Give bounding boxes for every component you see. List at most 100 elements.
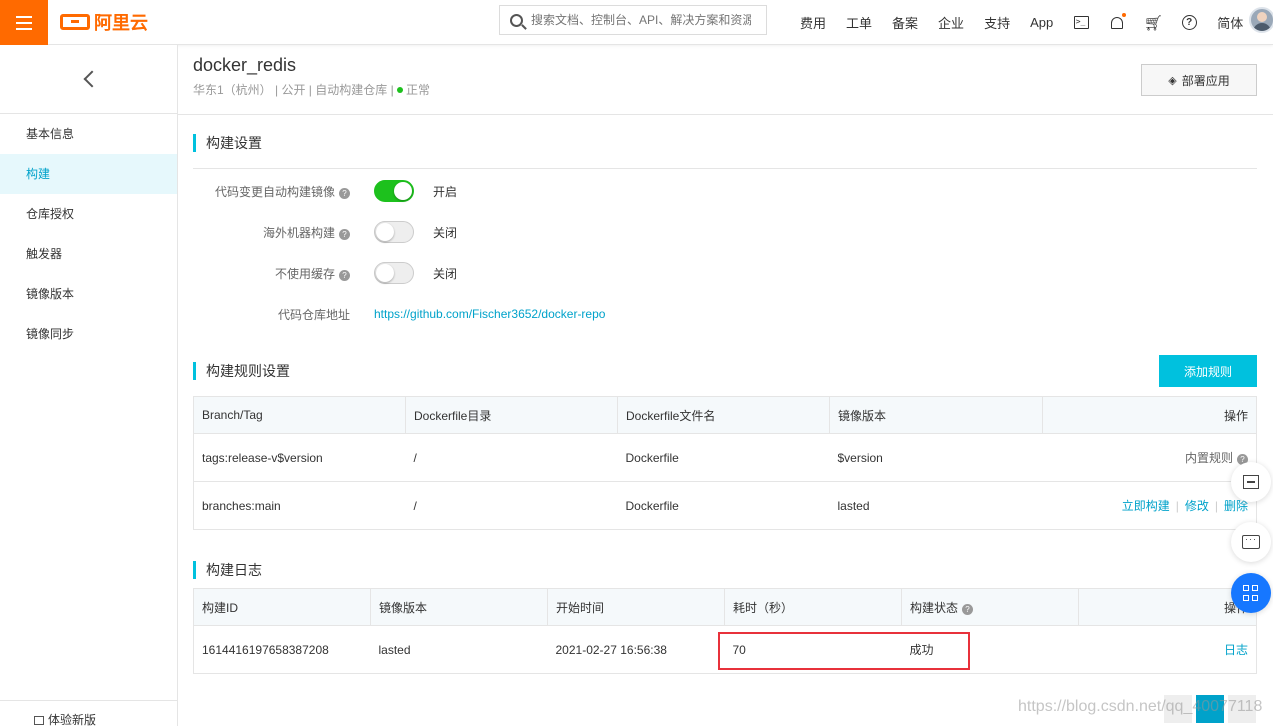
separator: |: [1214, 499, 1218, 513]
nav-ticket[interactable]: 工单: [846, 13, 872, 32]
column-header: Branch/Tag: [193, 396, 406, 434]
question-icon[interactable]: ?: [339, 187, 350, 199]
float-apps-button[interactable]: [1231, 573, 1271, 613]
nav-support[interactable]: 支持: [984, 13, 1010, 32]
sidebar-item-trigger[interactable]: 触发器: [0, 234, 177, 274]
column-header: Dockerfile文件名: [617, 396, 830, 434]
float-export-button[interactable]: [1231, 462, 1271, 502]
bell-icon: [1111, 12, 1127, 29]
chevron-left-icon: [83, 70, 100, 88]
build-log-title: 构建日志: [193, 561, 262, 579]
column-header: 镜像版本: [829, 396, 1043, 434]
help-icon: ?: [1181, 15, 1197, 30]
brand-logo[interactable]: 阿里云: [60, 10, 148, 34]
float-chat-button[interactable]: ···: [1231, 522, 1271, 562]
search-box[interactable]: [499, 5, 767, 35]
add-rule-button[interactable]: 添加规则: [1159, 355, 1257, 387]
terminal-button[interactable]: >_: [1073, 15, 1089, 31]
sidebar-item-build[interactable]: 构建: [0, 154, 177, 194]
toggle-knob: [394, 182, 412, 200]
notification-button[interactable]: [1109, 12, 1127, 31]
export-icon: [1243, 475, 1259, 489]
cell-file: Dockerfile: [617, 433, 830, 482]
table-row: branches:main / Dockerfile lasted 立即构建 | 修…: [193, 481, 1257, 530]
cell-branch: branches:main: [193, 481, 406, 530]
try-new-version-label: 体验新版: [48, 713, 97, 726]
nav-icp[interactable]: 备案: [892, 13, 918, 32]
cell-file: Dockerfile: [617, 481, 830, 530]
top-nav: 费用 工单 备案 企业 支持 App >_ 🛒︎ ? 简体: [800, 0, 1263, 45]
toggle-knob: [376, 264, 394, 282]
nav-fee[interactable]: 费用: [800, 13, 826, 32]
highlight-annotation: [718, 632, 970, 670]
cell-dir: /: [405, 433, 618, 482]
column-header: 耗时（秒）: [724, 588, 902, 626]
search-input[interactable]: [531, 13, 751, 27]
aliyun-logo-icon: [60, 14, 90, 30]
setting-auto-build: 代码变更自动构建镜像? 开启: [193, 179, 893, 203]
back-button[interactable]: [0, 45, 177, 114]
sidebar-item-image-version[interactable]: 镜像版本: [0, 274, 177, 314]
deploy-app-button[interactable]: ◈ 部署应用: [1141, 64, 1257, 96]
status-badge: 正常: [406, 83, 431, 97]
divider: [193, 168, 1257, 169]
column-header: 镜像版本: [370, 588, 548, 626]
notification-dot: [1122, 12, 1127, 17]
watermark: https://blog.csdn.net/qq_40077118: [1018, 698, 1263, 715]
repo-address-label: 代码仓库地址: [277, 307, 350, 322]
sidebar-item-basic-info[interactable]: 基本信息: [0, 114, 177, 154]
nav-enterprise[interactable]: 企业: [938, 13, 964, 32]
toggle-state: 关闭: [433, 225, 458, 240]
cell-build-id: 1614416197658387208: [193, 625, 371, 674]
page-title: docker_redis: [193, 55, 297, 75]
no-cache-toggle[interactable]: [374, 262, 414, 284]
avatar[interactable]: [1249, 7, 1273, 33]
sidebar-item-repo-auth[interactable]: 仓库授权: [0, 194, 177, 234]
build-now-link[interactable]: 立即构建: [1122, 499, 1170, 513]
try-new-version-link[interactable]: 体验新版: [0, 700, 177, 726]
build-rules-table: Branch/Tag Dockerfile目录 Dockerfile文件名 镜像…: [193, 396, 1257, 530]
search-icon: [510, 13, 523, 27]
edit-link[interactable]: 修改: [1185, 499, 1209, 513]
sidebar-item-image-sync[interactable]: 镜像同步: [0, 314, 177, 354]
column-header: Dockerfile目录: [405, 396, 618, 434]
help-button[interactable]: ?: [1181, 15, 1197, 31]
question-icon[interactable]: ?: [962, 603, 974, 615]
table-header: Branch/Tag Dockerfile目录 Dockerfile文件名 镜像…: [193, 396, 1257, 434]
table-header: 构建ID 镜像版本 开始时间 耗时（秒） 构建状态? 操作: [193, 588, 1257, 626]
overseas-build-toggle[interactable]: [374, 221, 414, 243]
cart-button[interactable]: 🛒︎: [1143, 14, 1163, 32]
language-switch[interactable]: 简体: [1217, 13, 1243, 32]
repo-meta: 华东1（杭州） | 公开 | 自动构建仓库 | 正常: [193, 81, 1273, 98]
setting-label: 海外机器构建?: [193, 224, 353, 241]
menu-icon[interactable]: [0, 0, 48, 45]
nav-app[interactable]: App: [1030, 15, 1053, 30]
toggle-state: 关闭: [433, 266, 458, 281]
cart-icon: 🛒︎: [1143, 14, 1163, 32]
auto-build-toggle[interactable]: [374, 180, 414, 202]
view-log-link[interactable]: 日志: [1224, 643, 1248, 657]
toggle-knob: [376, 223, 394, 241]
setting-repo-address: 代码仓库地址 https://github.com/Fischer3652/do…: [193, 302, 893, 326]
cell-operation: 日志: [1078, 625, 1257, 674]
setting-label-text: 海外机器构建: [262, 225, 335, 240]
monitor-icon: [34, 716, 44, 725]
deploy-app-label: 部署应用: [1181, 73, 1230, 88]
apps-icon: [1243, 585, 1259, 601]
cell-version: lasted: [370, 625, 548, 674]
cell-branch: tags:release-v$version: [193, 433, 406, 482]
column-header: 构建ID: [193, 588, 371, 626]
cell-version: $version: [829, 433, 1043, 482]
question-icon[interactable]: ?: [339, 269, 350, 281]
question-icon[interactable]: ?: [339, 228, 350, 240]
setting-label-text: 代码变更自动构建镜像: [214, 184, 335, 199]
chat-icon: ···: [1242, 535, 1260, 549]
repo-header: docker_redis 华东1（杭州） | 公开 | 自动构建仓库 | 正常 …: [178, 45, 1273, 115]
setting-no-cache: 不使用缓存? 关闭: [193, 261, 893, 285]
status-dot-icon: [397, 87, 404, 93]
repo-address-link[interactable]: https://github.com/Fischer3652/docker-re…: [374, 307, 605, 321]
setting-label-text: 不使用缓存: [274, 266, 335, 281]
column-header: 操作: [1078, 588, 1257, 626]
column-header: 开始时间: [547, 588, 725, 626]
column-header-label: 构建状态: [910, 600, 959, 615]
